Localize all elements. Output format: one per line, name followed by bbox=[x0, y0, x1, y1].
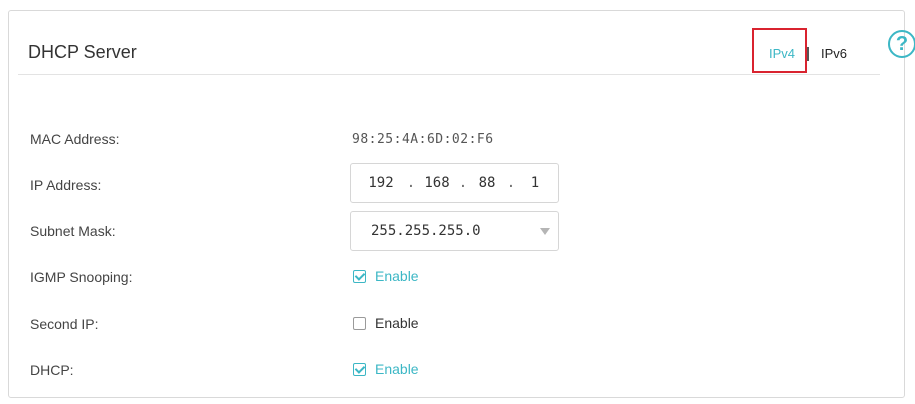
help-icon[interactable]: ? bbox=[888, 30, 915, 58]
dhcp-enable-label[interactable]: Enable bbox=[375, 361, 419, 377]
ip-dot: . bbox=[458, 175, 468, 191]
checkbox-checked-icon[interactable] bbox=[353, 362, 366, 376]
page-title: DHCP Server bbox=[28, 42, 137, 62]
ip-octet-2[interactable]: 168 bbox=[417, 175, 457, 191]
checkbox-unchecked-icon[interactable] bbox=[353, 316, 366, 330]
mac-address-value: 98:25:4A:6D:02:F6 bbox=[352, 132, 494, 147]
checkbox-checked-icon[interactable] bbox=[353, 269, 366, 283]
second-ip-label: Second IP: bbox=[30, 316, 99, 332]
dhcp-checkbox-row[interactable]: Enable bbox=[353, 361, 419, 377]
chevron-down-icon bbox=[540, 228, 550, 235]
header-divider bbox=[18, 74, 880, 75]
tab-separator bbox=[807, 47, 809, 61]
subnet-mask-value: 255.255.255.0 bbox=[371, 223, 481, 239]
ipv4-highlight-box bbox=[752, 28, 807, 73]
igmp-snooping-label: IGMP Snooping: bbox=[30, 269, 133, 285]
mac-address-label: MAC Address: bbox=[30, 131, 120, 147]
subnet-mask-select[interactable]: 255.255.255.0 bbox=[350, 211, 559, 251]
second-ip-checkbox-row[interactable]: Enable bbox=[353, 315, 419, 331]
igmp-snooping-enable-label[interactable]: Enable bbox=[375, 268, 419, 284]
tab-ipv6[interactable]: IPv6 bbox=[821, 46, 847, 61]
ip-octet-3[interactable]: 88 bbox=[469, 175, 505, 191]
subnet-mask-label: Subnet Mask: bbox=[30, 223, 116, 239]
ip-address-input[interactable]: 192 . 168 . 88 . 1 bbox=[350, 163, 559, 203]
ip-octet-4[interactable]: 1 bbox=[517, 175, 553, 191]
ip-address-label: IP Address: bbox=[30, 177, 102, 193]
ip-dot: . bbox=[506, 175, 516, 191]
ip-dot: . bbox=[406, 175, 416, 191]
dhcp-label: DHCP: bbox=[30, 362, 74, 378]
ip-octet-1[interactable]: 192 bbox=[357, 175, 405, 191]
second-ip-enable-label[interactable]: Enable bbox=[375, 315, 419, 331]
igmp-snooping-checkbox-row[interactable]: Enable bbox=[353, 268, 419, 284]
